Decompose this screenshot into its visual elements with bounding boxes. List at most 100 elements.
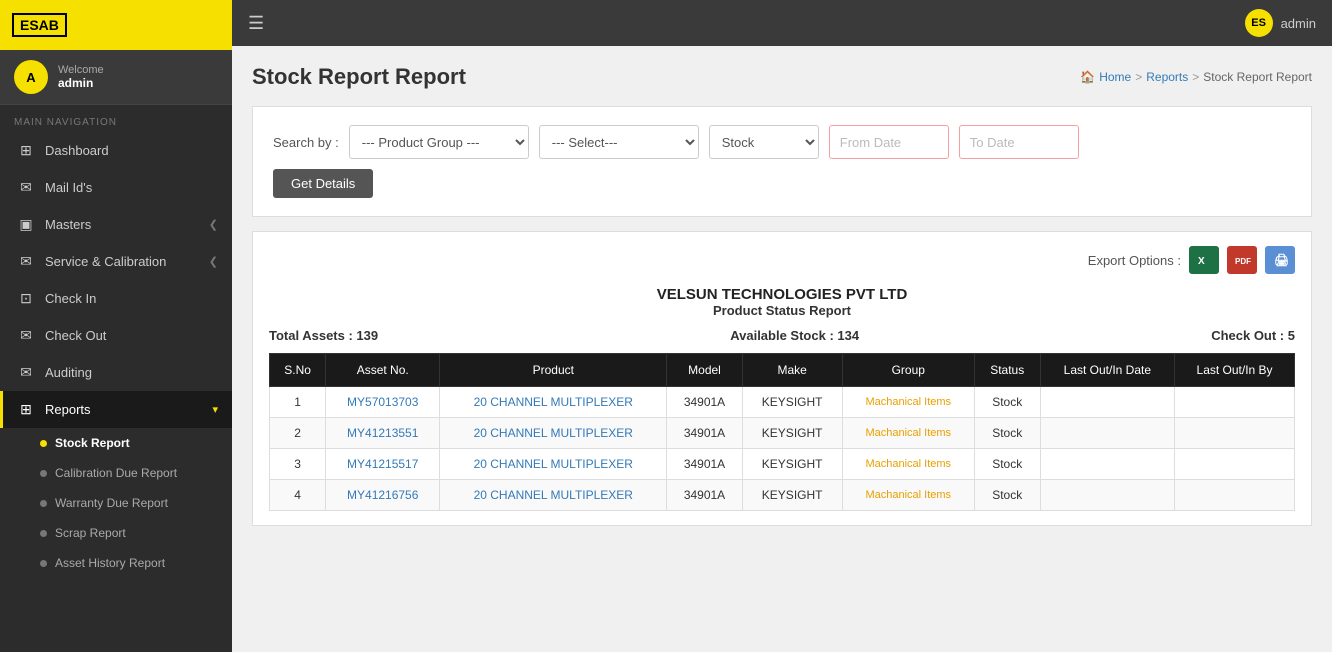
col-status: Status xyxy=(974,354,1040,387)
sidebar-item-label: Mail Id's xyxy=(45,180,92,195)
service-icon: ✉ xyxy=(17,253,35,270)
print-button[interactable]: 🖨 xyxy=(1265,246,1295,274)
sub-item-scrap-report[interactable]: Scrap Report xyxy=(0,518,232,548)
table-row: 3 MY41215517 20 CHANNEL MULTIPLEXER 3490… xyxy=(270,449,1295,480)
sidebar-item-dashboard[interactable]: ⊞ Dashboard xyxy=(0,132,232,169)
table-row: 1 MY57013703 20 CHANNEL MULTIPLEXER 3490… xyxy=(270,387,1295,418)
cell-status: Stock xyxy=(974,387,1040,418)
sidebar-item-masters[interactable]: ▣ Masters ❮ xyxy=(0,206,232,243)
breadcrumb-current: Stock Report Report xyxy=(1203,70,1312,84)
auditing-icon: ✉ xyxy=(17,364,35,381)
available-stock-value: 134 xyxy=(837,328,859,343)
masters-icon: ▣ xyxy=(17,216,35,233)
cell-model: 34901A xyxy=(667,480,742,511)
cell-asset-no[interactable]: MY41216756 xyxy=(326,480,440,511)
page-header: Stock Report Report 🏠 Home > Reports > S… xyxy=(252,64,1312,90)
sidebar: ESAB A Welcome admin MAIN NAVIGATION ⊞ D… xyxy=(0,0,232,652)
cell-group[interactable]: Machanical Items xyxy=(842,449,974,480)
cell-status: Stock xyxy=(974,480,1040,511)
cell-group[interactable]: Machanical Items xyxy=(842,418,974,449)
logo: ESAB xyxy=(12,13,67,37)
cell-product[interactable]: 20 CHANNEL MULTIPLEXER xyxy=(440,387,667,418)
sub-item-warranty-due[interactable]: Warranty Due Report xyxy=(0,488,232,518)
table-row: 2 MY41213551 20 CHANNEL MULTIPLEXER 3490… xyxy=(270,418,1295,449)
cell-make: KEYSIGHT xyxy=(742,480,842,511)
cell-make: KEYSIGHT xyxy=(742,418,842,449)
search-panel: Search by : --- Product Group --- --- Se… xyxy=(252,106,1312,217)
select-dropdown[interactable]: --- Select--- xyxy=(539,125,699,159)
stock-select[interactable]: Stock xyxy=(709,125,819,159)
col-model: Model xyxy=(667,354,742,387)
company-name: VELSUN TECHNOLOGIES PVT LTD xyxy=(269,286,1295,303)
sub-item-label: Asset History Report xyxy=(55,556,165,570)
user-info: Welcome admin xyxy=(58,64,104,90)
cell-model: 34901A xyxy=(667,387,742,418)
cell-asset-no[interactable]: MY41215517 xyxy=(326,449,440,480)
sub-item-label: Warranty Due Report xyxy=(55,496,168,510)
export-pdf-button[interactable]: PDF xyxy=(1227,246,1257,274)
sidebar-item-checkout[interactable]: ✉ Check Out xyxy=(0,317,232,354)
cell-sno: 3 xyxy=(270,449,326,480)
cell-product[interactable]: 20 CHANNEL MULTIPLEXER xyxy=(440,480,667,511)
col-sno: S.No xyxy=(270,354,326,387)
stock-report-table: S.No Asset No. Product Model Make Group … xyxy=(269,353,1295,511)
cell-group[interactable]: Machanical Items xyxy=(842,480,974,511)
sidebar-item-label: Auditing xyxy=(45,365,92,380)
svg-text:PDF: PDF xyxy=(1235,257,1251,266)
cell-sno: 2 xyxy=(270,418,326,449)
cell-sno: 1 xyxy=(270,387,326,418)
sidebar-item-label: Service & Calibration xyxy=(45,254,166,269)
mail-icon: ✉ xyxy=(17,179,35,196)
cell-asset-no[interactable]: MY41213551 xyxy=(326,418,440,449)
sidebar-item-label: Check Out xyxy=(45,328,106,343)
search-by-label: Search by : xyxy=(273,135,339,150)
get-details-button[interactable]: Get Details xyxy=(273,169,373,198)
product-group-select[interactable]: --- Product Group --- xyxy=(349,125,529,159)
sub-item-stock-report[interactable]: Stock Report xyxy=(0,428,232,458)
total-assets-label: Total Assets : xyxy=(269,328,356,343)
breadcrumb-reports[interactable]: Reports xyxy=(1146,70,1188,84)
admin-name: admin xyxy=(1281,16,1316,31)
table-body: 1 MY57013703 20 CHANNEL MULTIPLEXER 3490… xyxy=(270,387,1295,511)
cell-product[interactable]: 20 CHANNEL MULTIPLEXER xyxy=(440,449,667,480)
cell-last-date xyxy=(1040,418,1174,449)
cell-last-by xyxy=(1175,418,1295,449)
svg-text:🖨: 🖨 xyxy=(1274,253,1289,267)
sidebar-item-label: Reports xyxy=(45,402,91,417)
cell-status: Stock xyxy=(974,449,1040,480)
sidebar-item-reports[interactable]: ⊞ Reports ▾ xyxy=(0,391,232,428)
hamburger-icon[interactable]: ☰ xyxy=(248,13,264,34)
dot-icon xyxy=(40,530,47,537)
col-asset-no: Asset No. xyxy=(326,354,440,387)
welcome-label: Welcome xyxy=(58,64,104,76)
to-date-input[interactable] xyxy=(959,125,1079,159)
sub-item-label: Stock Report xyxy=(55,436,130,450)
sidebar-item-mailids[interactable]: ✉ Mail Id's xyxy=(0,169,232,206)
cell-sno: 4 xyxy=(270,480,326,511)
cell-last-by xyxy=(1175,387,1295,418)
cell-last-date xyxy=(1040,480,1174,511)
cell-asset-no[interactable]: MY57013703 xyxy=(326,387,440,418)
checkout-icon: ✉ xyxy=(17,327,35,344)
home-icon: 🏠 xyxy=(1080,70,1095,84)
sub-item-label: Calibration Due Report xyxy=(55,466,177,480)
content-area: Stock Report Report 🏠 Home > Reports > S… xyxy=(232,46,1332,652)
sidebar-item-service[interactable]: ✉ Service & Calibration ❮ xyxy=(0,243,232,280)
cell-group[interactable]: Machanical Items xyxy=(842,387,974,418)
sidebar-item-checkin[interactable]: ⊡ Check In xyxy=(0,280,232,317)
sidebar-item-auditing[interactable]: ✉ Auditing xyxy=(0,354,232,391)
sub-item-asset-history[interactable]: Asset History Report xyxy=(0,548,232,578)
sub-item-calibration-due[interactable]: Calibration Due Report xyxy=(0,458,232,488)
cell-status: Stock xyxy=(974,418,1040,449)
report-panel: Export Options : X PDF 🖨 VELSUN TECHNOLO… xyxy=(252,231,1312,526)
available-stock-label: Available Stock : xyxy=(730,328,837,343)
export-excel-button[interactable]: X xyxy=(1189,246,1219,274)
from-date-input[interactable] xyxy=(829,125,949,159)
cell-last-date xyxy=(1040,449,1174,480)
sub-item-label: Scrap Report xyxy=(55,526,126,540)
checkout-summary: Check Out : 5 xyxy=(1211,328,1295,343)
cell-make: KEYSIGHT xyxy=(742,449,842,480)
cell-product[interactable]: 20 CHANNEL MULTIPLEXER xyxy=(440,418,667,449)
avatar: A xyxy=(14,60,48,94)
breadcrumb-home[interactable]: Home xyxy=(1099,70,1131,84)
